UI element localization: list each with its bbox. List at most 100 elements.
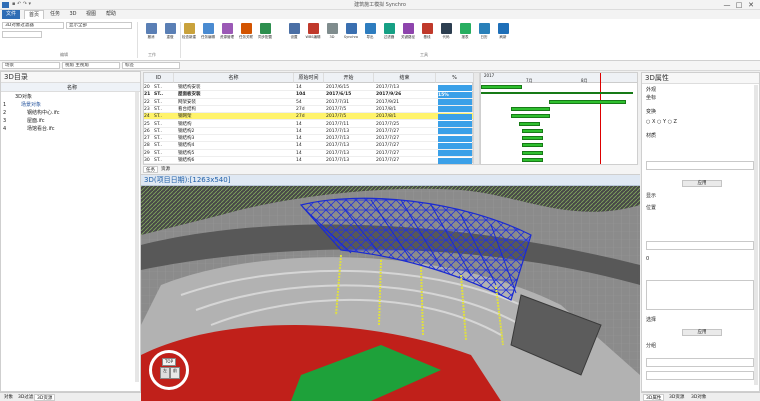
maximize-button[interactable]: □ <box>734 0 744 10</box>
prop-transform[interactable]: 变换 <box>646 109 656 116</box>
gantt-col-percent[interactable]: % <box>436 73 474 83</box>
ribbon-button-0[interactable]: 撤消 <box>143 22 159 48</box>
gantt-bar[interactable] <box>510 106 551 111</box>
gantt-row[interactable]: 30 ST.. 钢结构6 14 2017/7/13 2017/7/27 <box>144 157 474 165</box>
prop-display[interactable]: 显示 <box>646 193 656 200</box>
tab-3d-filter[interactable]: 3D过滤 <box>16 394 35 401</box>
ribbon-button-18[interactable]: 刷新 <box>495 22 511 48</box>
ribbon-button-7[interactable]: 设置 <box>286 22 302 48</box>
gantt-bar[interactable] <box>519 121 541 126</box>
view-cube-top[interactable]: TOP <box>162 358 176 366</box>
gantt-bar[interactable] <box>510 114 551 119</box>
value-field-3[interactable] <box>646 371 754 380</box>
secondary-apply-button[interactable]: 应用 <box>682 329 722 336</box>
tab-task[interactable]: 任务 <box>46 10 64 19</box>
value-field-2[interactable] <box>646 358 754 367</box>
close-button[interactable]: ✕ <box>746 0 756 10</box>
ribbon-button-8[interactable]: WBS编辑 <box>305 22 321 48</box>
ribbon-button-14[interactable]: 基线 <box>419 22 435 48</box>
prop-appearance[interactable]: 外观 <box>646 87 656 94</box>
gantt-bar[interactable] <box>548 99 626 104</box>
ribbon-button-17[interactable]: 日历 <box>476 22 492 48</box>
tab-view[interactable]: 视图 <box>82 10 100 19</box>
tab-3d-resources[interactable]: 3D资源 <box>34 394 56 401</box>
ribbon-button-16[interactable]: 报表 <box>457 22 473 48</box>
prop-material[interactable]: 材质 <box>646 133 656 140</box>
prop-coordinates[interactable]: 坐标 <box>646 95 656 102</box>
gantt-row[interactable]: 22 ST.. 网架安装 54 2017/7/31 2017/9/21 <box>144 99 474 106</box>
gantt-col-id[interactable]: ID <box>144 73 174 83</box>
tab-file[interactable]: 文件 <box>2 10 20 19</box>
ribbon-button-3[interactable]: 任务编辑 <box>200 22 216 48</box>
tab-help[interactable]: 帮助 <box>102 10 120 19</box>
gantt-bar[interactable] <box>522 136 544 141</box>
view-cube[interactable]: TOP 左 前 <box>149 350 189 390</box>
gantt-bar[interactable] <box>522 143 544 148</box>
tree-item-number: 4 <box>3 126 7 132</box>
tab-tasks[interactable]: 任务 <box>143 166 158 173</box>
gantt-bar[interactable] <box>522 158 544 162</box>
3d-viewport[interactable]: TOP 左 前 <box>141 175 640 401</box>
gantt-row[interactable]: 23 ST.. 看台结构 27d 2017/7/5 2017/8/1 <box>144 106 474 114</box>
gantt-col-end[interactable]: 结束 <box>374 73 436 83</box>
label-dropdown[interactable]: 标签 <box>122 62 180 69</box>
material-field[interactable] <box>646 161 754 170</box>
ribbon-button-label: Synchro <box>343 35 359 39</box>
view-cube-front[interactable]: 前 <box>170 367 180 379</box>
gantt-row[interactable]: 21 ST.. 屋面板安装 104 2017/6/15 2017/9/26 15% <box>144 91 474 99</box>
prop-position[interactable]: 位置 <box>646 205 656 212</box>
ribbon-button-label: 过滤器 <box>383 35 395 39</box>
gantt-cell-start: 2017/6/15 <box>326 85 350 90</box>
tab-3d[interactable]: 3D <box>66 10 80 19</box>
ribbon-button-1[interactable]: 重做 <box>162 22 178 48</box>
tab-resources[interactable]: 资源 <box>159 166 172 173</box>
ribbon-button-12[interactable]: 过滤器 <box>381 22 397 48</box>
ribbon-button-5[interactable]: 任务关联 <box>238 22 254 48</box>
gantt-bar[interactable] <box>481 92 634 95</box>
object-filter-dropdown[interactable]: 3D对象过滤器 <box>2 22 64 29</box>
3d-scene[interactable] <box>141 175 640 401</box>
properties-scrollbar[interactable] <box>754 85 758 385</box>
gantt-row[interactable]: 28 ST.. 钢结构4 14 2017/7/13 2017/7/27 <box>144 142 474 150</box>
tab-objects[interactable]: 对象 <box>2 394 15 401</box>
gantt-col-name[interactable]: 名称 <box>174 73 294 83</box>
ribbon-button-4[interactable]: 资源管理 <box>219 22 235 48</box>
gantt-cell-pct <box>438 157 472 164</box>
display-all-dropdown[interactable]: 显示全部 <box>66 22 132 29</box>
notes-box[interactable] <box>646 280 754 310</box>
gantt-row[interactable]: 24 ST.. 钢网架 27d 2017/7/5 2017/8/1 <box>144 113 474 121</box>
view-cube-left[interactable]: 左 <box>160 367 170 379</box>
resource-icon <box>221 23 233 34</box>
secondary-filter-field[interactable] <box>2 31 42 38</box>
gantt-row[interactable]: 20 ST.. 钢结构安装 14 2017/6/15 2017/7/13 <box>144 84 474 92</box>
ribbon-button-11[interactable]: 导出 <box>362 22 378 48</box>
tab-3d-properties[interactable]: 3D属性 <box>643 394 665 401</box>
view-angle-dropdown[interactable]: 视角 主视角 <box>62 62 120 69</box>
gantt-bar[interactable] <box>522 128 544 133</box>
minimize-button[interactable]: — <box>722 0 732 10</box>
gantt-col-start[interactable]: 开始 <box>324 73 374 83</box>
prop-group[interactable]: 分组 <box>646 343 656 350</box>
gantt-bar[interactable] <box>522 150 544 155</box>
gantt-row[interactable]: 29 ST.. 钢结构5 14 2017/7/13 2017/7/27 <box>144 150 474 157</box>
ribbon-button-10[interactable]: Synchro <box>343 22 359 48</box>
prop-selection[interactable]: 选择 <box>646 317 656 324</box>
ribbon-button-13[interactable]: 关键路径 <box>400 22 416 48</box>
scene-dropdown[interactable]: 场景 <box>2 62 60 69</box>
tab-3d-objects[interactable]: 3D对象 <box>689 394 708 401</box>
gantt-splitter[interactable] <box>473 72 480 165</box>
ribbon-button-9[interactable]: 3D <box>324 22 340 48</box>
tab-home[interactable]: 首页 <box>24 10 44 19</box>
value-field-1[interactable] <box>646 241 754 250</box>
gantt-row[interactable]: 26 ST.. 钢结构2 14 2017/7/13 2017/7/27 <box>144 128 474 136</box>
ribbon-button-15[interactable]: 代码 <box>438 22 454 48</box>
tab-3d-resources-right[interactable]: 3D资源 <box>667 394 686 401</box>
apply-button[interactable]: 应用 <box>682 180 722 187</box>
gantt-row[interactable]: 25 ST.. 钢结构 14 2017/7/11 2017/7/25 <box>144 121 474 128</box>
tree-scrollbar[interactable] <box>135 92 139 382</box>
ribbon-button-6[interactable]: 同步配置 <box>257 22 273 48</box>
ribbon-button-2[interactable]: 检查新建 <box>181 22 197 48</box>
gantt-row[interactable]: 27 ST.. 钢结构3 14 2017/7/13 2017/7/27 <box>144 135 474 143</box>
gantt-bar[interactable] <box>481 85 523 89</box>
gantt-col-duration[interactable]: 原始时间 <box>294 73 324 83</box>
